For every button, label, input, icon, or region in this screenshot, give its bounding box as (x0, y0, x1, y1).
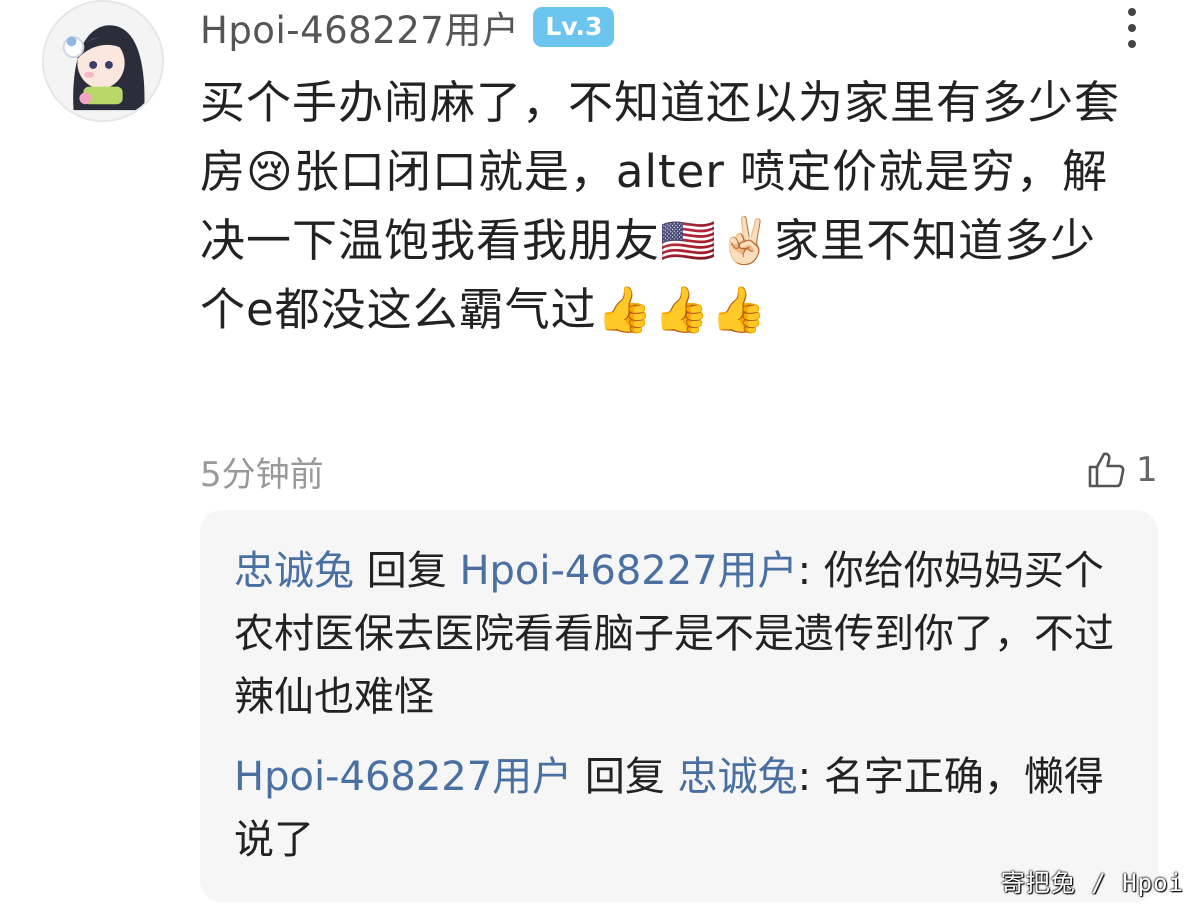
comment-username[interactable]: Hpoi-468227用户 (200, 0, 519, 54)
reply-target[interactable]: 忠诚兔 (678, 754, 798, 800)
thumbs-up-icon (1086, 450, 1126, 490)
like-button[interactable]: 1 (1086, 449, 1158, 491)
watermark: 寄把兔 / Hpoi (1000, 869, 1184, 897)
reply-colon: : (797, 548, 824, 594)
avatar-image (44, 2, 162, 120)
like-count: 1 (1136, 450, 1158, 490)
reply-container: 忠诚兔 回复 Hpoi-468227用户: 你给你妈妈买个农村医保去医院看看脑子… (200, 510, 1158, 902)
reply-author[interactable]: 忠诚兔 (234, 548, 354, 594)
level-badge: Lv.3 (533, 7, 615, 47)
reply-author[interactable]: Hpoi-468227用户 (234, 754, 572, 800)
avatar[interactable] (42, 0, 164, 122)
comment-timestamp: 5分钟前 (200, 455, 324, 495)
reply-item[interactable]: Hpoi-468227用户 回复 忠诚兔: 名字正确，懒得说了 (234, 746, 1119, 872)
reply-colon: : (797, 754, 824, 800)
reply-target[interactable]: Hpoi-468227用户 (459, 548, 797, 594)
comment-header: Hpoi-468227用户 Lv.3 (200, 4, 615, 52)
more-options-button[interactable] (1115, 8, 1149, 48)
more-vertical-icon (1128, 8, 1136, 16)
reply-keyword: 回复 (572, 754, 678, 800)
reply-item[interactable]: 忠诚兔 回复 Hpoi-468227用户: 你给你妈妈买个农村医保去医院看看脑子… (234, 540, 1119, 729)
reply-keyword: 回复 (354, 548, 460, 594)
comment-text: 买个手办闹麻了，不知道还以为家里有多少套房😢张口闭口就是，alter 喷定价就是… (200, 76, 1121, 336)
